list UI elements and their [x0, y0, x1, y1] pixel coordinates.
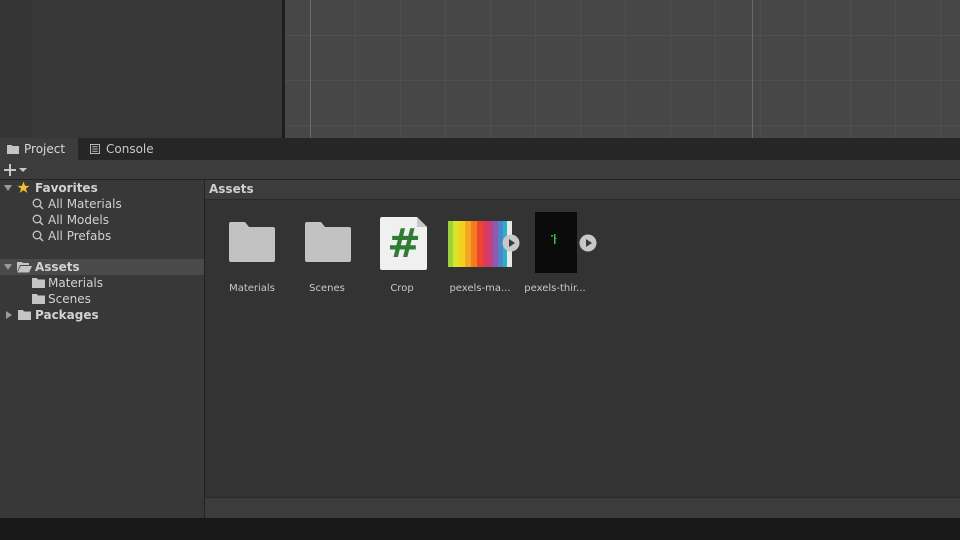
- search-icon: [32, 214, 44, 226]
- folder-icon: [305, 222, 351, 262]
- breadcrumb-assets[interactable]: Assets: [209, 182, 254, 196]
- tree-item-all-prefabs[interactable]: All Prefabs: [0, 228, 204, 244]
- asset-label: pexels-ma...: [449, 283, 511, 294]
- tab-bar: Project Console: [0, 138, 960, 160]
- scene-view[interactable]: [285, 0, 960, 138]
- asset-label: Scenes: [309, 283, 345, 294]
- scene-axis-line: [310, 0, 311, 138]
- tree-label: All Prefabs: [48, 229, 112, 243]
- asset-item-video-2[interactable]: pexels-thir...: [518, 200, 597, 300]
- scene-axis-line: [752, 0, 753, 138]
- play-icon[interactable]: [579, 234, 597, 252]
- search-icon: [32, 230, 44, 242]
- tab-project-label: Project: [24, 142, 66, 156]
- expand-arrow-icon[interactable]: [4, 184, 12, 192]
- asset-footer-bar: [205, 497, 960, 518]
- asset-item-crop-script[interactable]: # Crop: [367, 200, 437, 300]
- tab-console[interactable]: Console: [82, 138, 162, 160]
- asset-label: pexels-thir...: [524, 283, 586, 294]
- tab-project[interactable]: Project: [0, 138, 78, 160]
- tree-label: All Models: [48, 213, 109, 227]
- asset-grid[interactable]: Materials Scenes # Crop pexels-ma... pex…: [205, 200, 960, 497]
- asset-item-materials[interactable]: Materials: [217, 200, 287, 300]
- caret-down-icon: [19, 168, 27, 172]
- asset-label: Materials: [229, 283, 275, 294]
- left-edge-strip: [0, 0, 32, 138]
- tree-label-favorites: Favorites: [35, 181, 98, 195]
- create-asset-button[interactable]: [4, 161, 34, 179]
- asset-label: Crop: [390, 283, 414, 294]
- search-icon: [32, 198, 44, 210]
- project-toolbar: [0, 160, 960, 180]
- tree-label: Materials: [48, 276, 104, 290]
- folder-icon: [7, 145, 19, 154]
- status-bar: [0, 518, 960, 540]
- tab-console-label: Console: [106, 142, 154, 156]
- project-tree: Favorites All Materials All Models All P…: [0, 180, 204, 518]
- folder-icon: [18, 310, 31, 320]
- tree-item-materials[interactable]: Materials: [0, 275, 204, 291]
- tree-label: Scenes: [48, 292, 91, 306]
- tree-item-favorites[interactable]: Favorites: [0, 180, 204, 196]
- console-icon: [90, 144, 100, 154]
- asset-breadcrumb: Assets: [205, 180, 960, 200]
- tree-label-packages: Packages: [35, 308, 99, 322]
- asset-item-video-1[interactable]: pexels-ma...: [443, 200, 520, 300]
- expand-arrow-icon[interactable]: [4, 263, 12, 271]
- folder-icon: [32, 294, 45, 304]
- star-icon: [17, 181, 30, 193]
- script-hash-glyph: #: [387, 221, 421, 267]
- tree-item-all-materials[interactable]: All Materials: [0, 196, 204, 212]
- tree-item-assets[interactable]: Assets: [0, 259, 204, 275]
- tree-item-all-models[interactable]: All Models: [0, 212, 204, 228]
- video-thumbnail: [535, 212, 577, 273]
- folder-icon: [32, 278, 45, 288]
- tree-item-packages[interactable]: Packages: [0, 307, 204, 323]
- asset-item-scenes[interactable]: Scenes: [292, 200, 362, 300]
- tree-item-scenes[interactable]: Scenes: [0, 291, 204, 307]
- folder-icon: [229, 222, 275, 262]
- tree-label-assets: Assets: [35, 260, 80, 274]
- plus-icon: [4, 164, 16, 176]
- hierarchy-panel[interactable]: [32, 0, 282, 138]
- open-folder-icon: [17, 262, 32, 273]
- collapse-arrow-icon[interactable]: [5, 311, 13, 319]
- tree-label: All Materials: [48, 197, 122, 211]
